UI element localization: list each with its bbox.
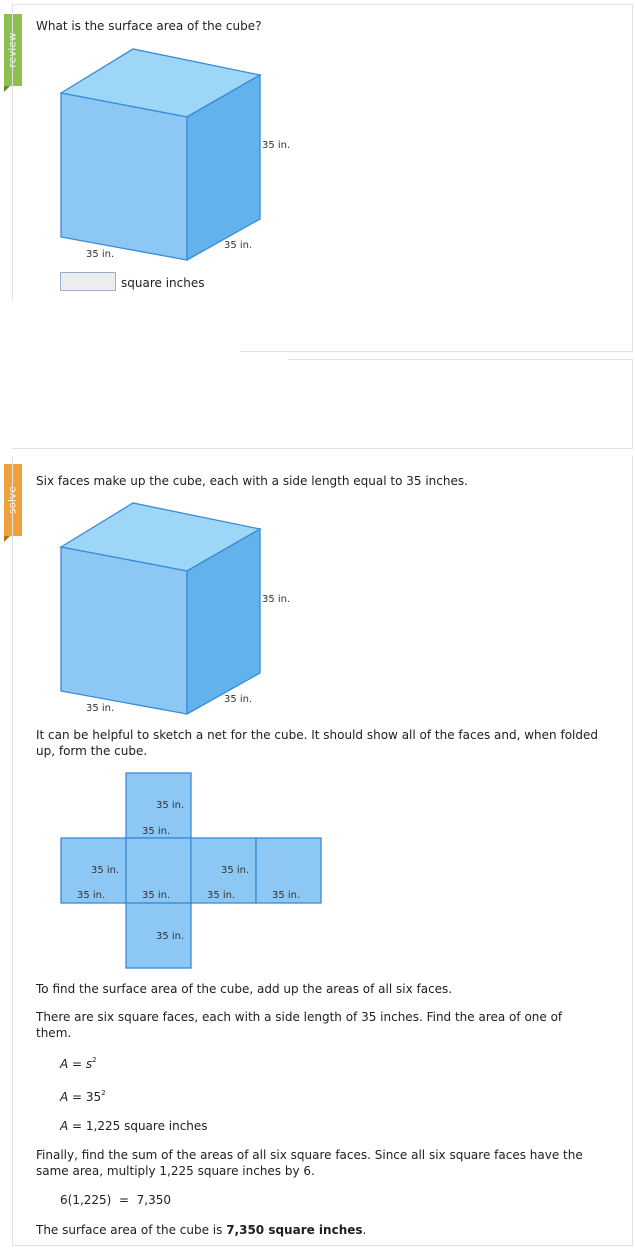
review-panel-border-top [12,4,632,5]
cube-net-figure: 35 in. 35 in. 35 in. 35 in. 35 in. 35 in… [60,772,322,969]
formula-line: A = s2 [60,1056,97,1071]
cube-height-label: 35 in. [262,140,290,151]
net-label-far-right-bottom: 35 in. [272,890,300,901]
product-line: 6(1,225) = 7,350 [60,1193,172,1207]
substitution-line: A = 352 [60,1089,106,1104]
blank-panel-top [288,359,633,360]
review-tab[interactable]: review [4,14,22,92]
answer-input[interactable] [60,272,116,291]
net-label-center-bottom: 35 in. [142,890,170,901]
review-tab-label: review [7,32,19,68]
review-panel-border-left [12,4,13,300]
review-panel-border-right [632,4,633,351]
cube-front-face [60,546,188,715]
cube-front-face [60,92,188,261]
step2-text: There are six square faces, each with a … [36,1010,563,1040]
net-label-right-bottom: 35 in. [207,890,235,901]
net-label-right-side: 35 in. [221,865,249,876]
net-label-top-bottom: 35 in. [142,826,170,837]
solve-panel-border-left [12,456,13,1246]
solve-tab-label: solve [7,486,19,514]
step1-text: To find the surface area of the cube, ad… [36,982,453,996]
net-label-left-bottom: 35 in. [77,890,105,901]
solve-panel-border-bottom [12,1245,633,1246]
final-answer: 7,350 square inches [226,1223,363,1237]
area-result-line: A = 1,225 square inches [60,1119,208,1133]
answer-unit-label: square inches [121,276,205,290]
net-label-top-side: 35 in. [156,800,184,811]
cube-width-label: 35 in. [86,703,114,714]
cube-width-label: 35 in. [86,249,114,260]
solve-cube-figure: 35 in. 35 in. 35 in. [59,502,290,716]
review-cube-figure: 35 in. 35 in. 35 in. [59,48,290,262]
cube-depth-label: 35 in. [224,240,252,251]
blank-panel-right [632,359,633,448]
solve-intro-text: Six faces make up the cube, each with a … [36,474,468,488]
solve-panel-border-right [632,456,633,1246]
cube-depth-label: 35 in. [224,694,252,705]
cube-height-label: 35 in. [262,594,290,605]
review-panel-border-bottom [240,351,633,352]
net-label-left-side: 35 in. [91,865,119,876]
step3-text: Finally, find the sum of the areas of al… [36,1148,583,1178]
question-text: What is the surface area of the cube? [36,19,262,33]
solve-tab[interactable]: solve [4,464,22,542]
blank-panel-bottom [12,448,633,449]
net-label-lower-side: 35 in. [156,931,184,942]
net-explanation-text: It can be helpful to sketch a net for th… [36,728,598,758]
conclusion-text: The surface area of the cube is 7,350 sq… [36,1223,367,1237]
